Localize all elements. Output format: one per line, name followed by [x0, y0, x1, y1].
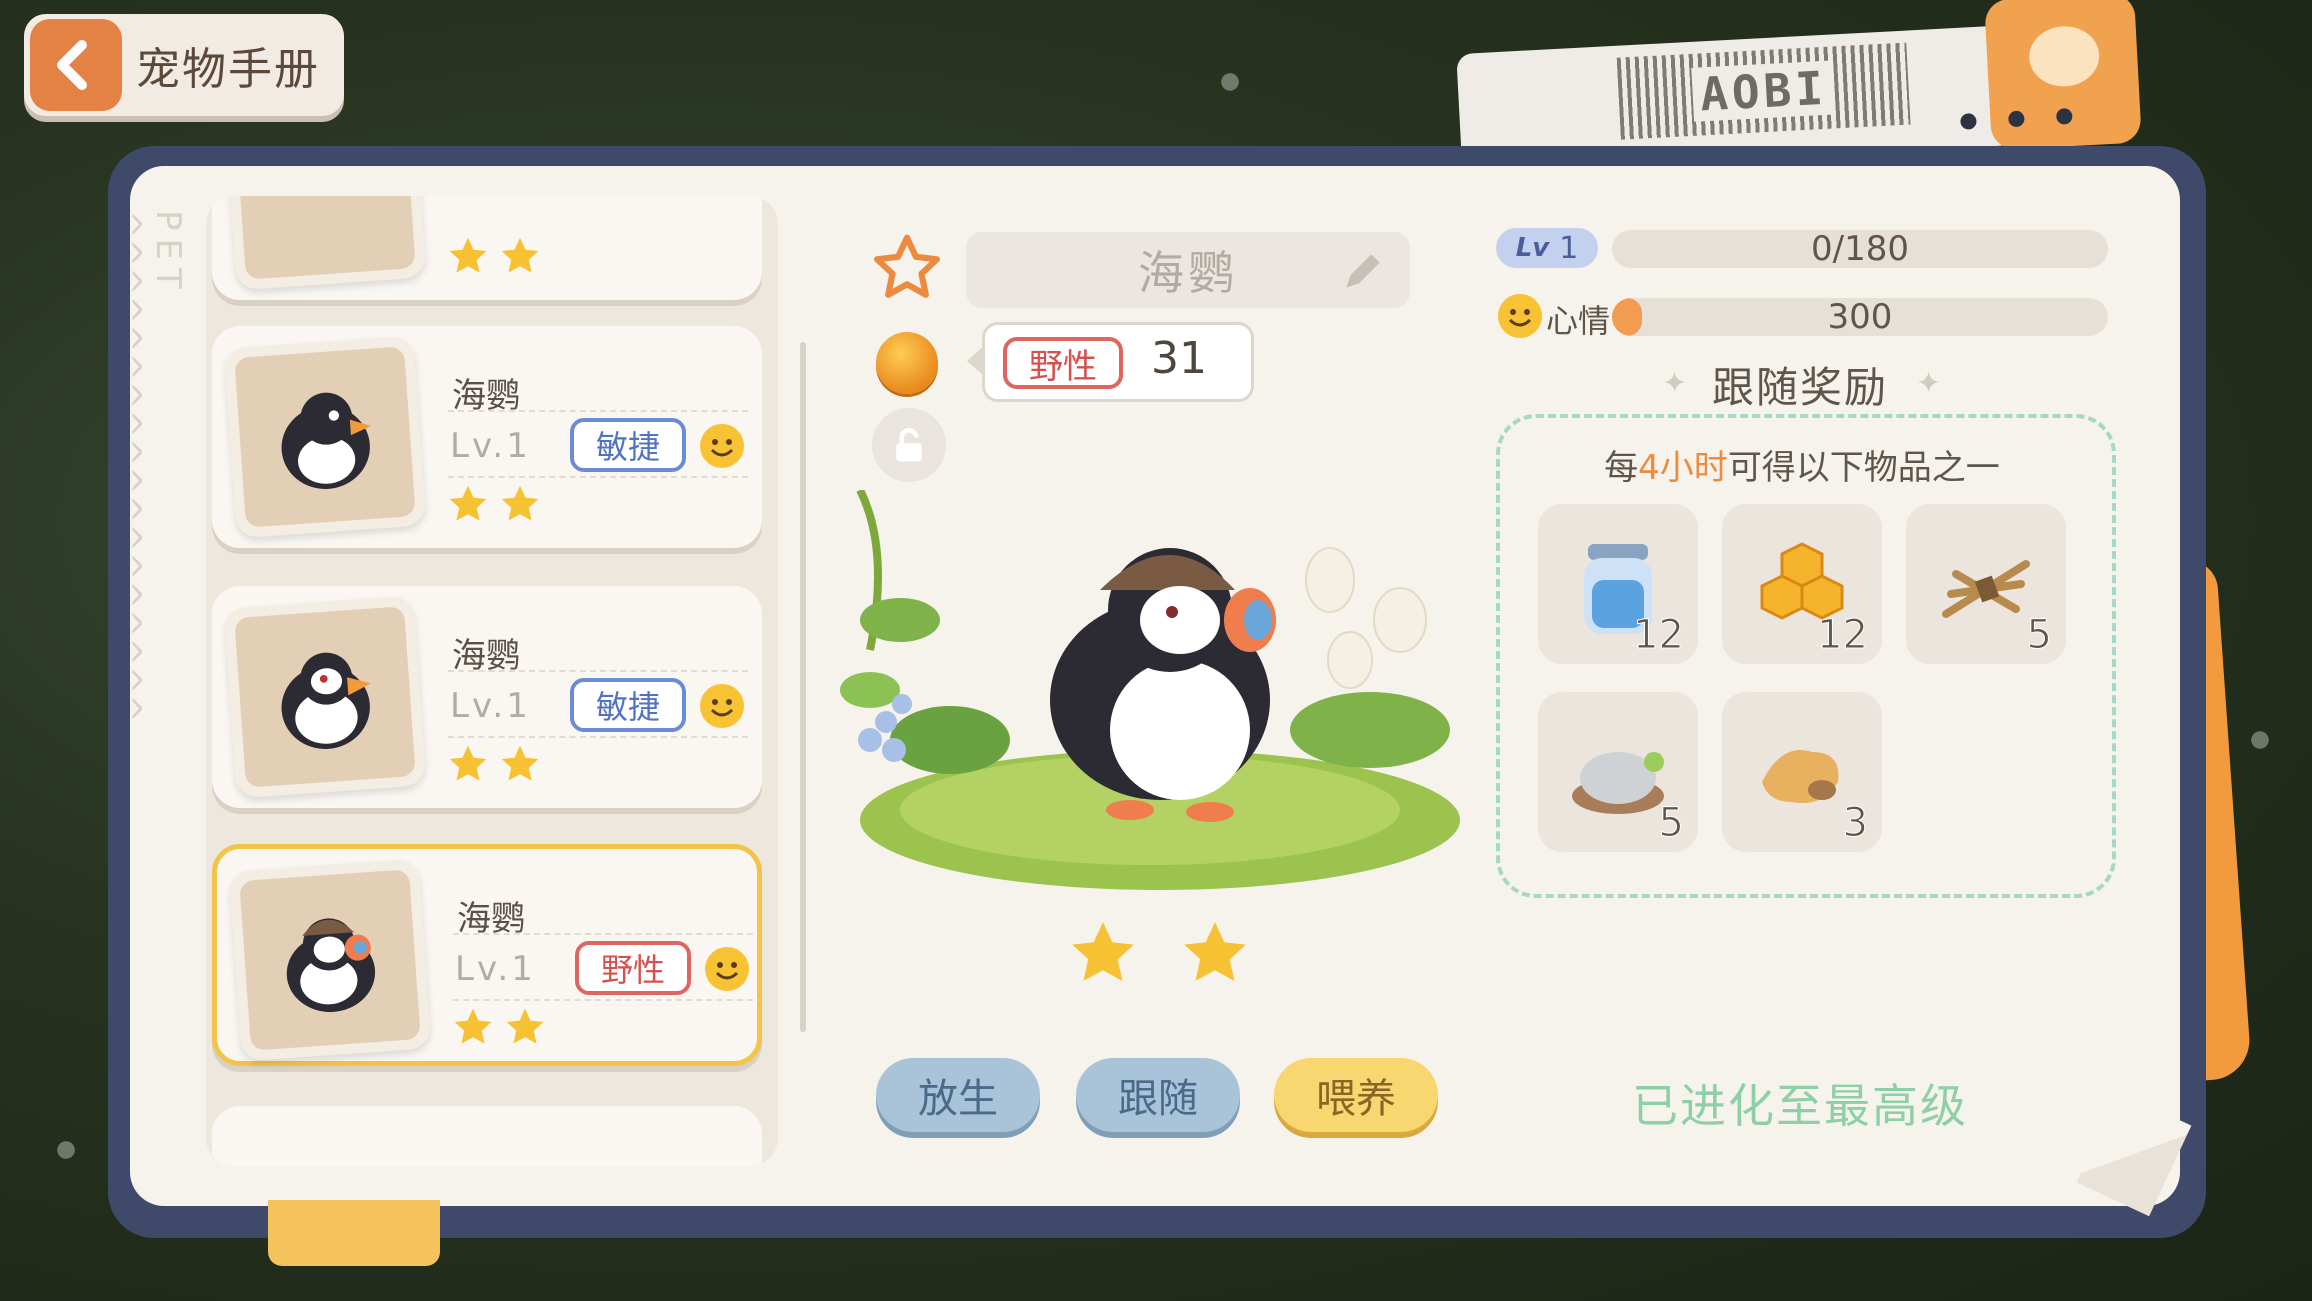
- exp-text: 0/180: [1811, 229, 1909, 269]
- level-badge: Lv 1: [1496, 228, 1598, 268]
- pet-card[interactable]: [212, 1106, 762, 1166]
- feed-button[interactable]: 喂养: [1274, 1058, 1438, 1132]
- divider: [453, 999, 753, 1001]
- background-flower: [1210, 62, 1250, 102]
- mood-label: 心情: [1546, 302, 1611, 340]
- unlock-icon[interactable]: [872, 408, 946, 482]
- mood-bar: 300: [1612, 298, 2108, 336]
- item-count: 5: [2026, 612, 2052, 659]
- star-icon: [449, 237, 487, 273]
- mood-smiley-icon: [1498, 294, 1542, 338]
- star-icon: [501, 237, 539, 273]
- reward-item[interactable]: 12: [1722, 504, 1882, 664]
- mood-value: 300: [1827, 298, 1893, 336]
- pet-thumbnail: [223, 595, 427, 799]
- pet-thumbnail: [228, 858, 432, 1062]
- smiley-icon: [705, 947, 749, 991]
- pet-card-selected[interactable]: 海鹦 Lv.1 野性: [212, 844, 762, 1066]
- trait-value-box: 野性 31: [967, 322, 1254, 402]
- reward-item[interactable]: 3: [1722, 692, 1882, 852]
- background-flower: [2240, 720, 2280, 760]
- trait-badge: 敏捷: [570, 678, 686, 732]
- rating-stars: [446, 742, 542, 786]
- trait-value: 31: [1151, 333, 1207, 384]
- level-value: 1: [1559, 230, 1579, 266]
- divider: [448, 670, 748, 672]
- item-count: 5: [1658, 800, 1684, 847]
- rating-stars: [451, 1005, 547, 1049]
- side-chevrons: ^^^^^^^^^^^^^^^^^^: [108, 210, 148, 723]
- coin-icon: [876, 332, 938, 394]
- reward-title: 跟随奖励: [1711, 363, 1888, 412]
- star-icon: [454, 1008, 492, 1044]
- reward-item[interactable]: 5: [1906, 504, 2066, 664]
- star-icon: [506, 1008, 544, 1044]
- puffin-icon: [286, 918, 376, 1012]
- sparkle-icon: ✦: [1916, 366, 1942, 401]
- favorite-star-button[interactable]: [870, 230, 944, 304]
- trait-badge: 野性: [575, 941, 691, 995]
- star-icon: [501, 745, 539, 781]
- pet-card[interactable]: 海鹦 Lv.1 敏捷: [212, 326, 762, 548]
- pet-illustration: [840, 490, 1460, 890]
- evolution-status: 已进化至最高级: [1632, 1079, 1968, 1133]
- trait-badge: 野性: [1003, 337, 1123, 389]
- rating-stars: [446, 234, 542, 278]
- star-icon: [449, 745, 487, 781]
- pet-level: Lv.1: [450, 686, 531, 726]
- smiley-icon: [700, 424, 744, 468]
- back-button[interactable]: 宠物手册: [24, 14, 344, 116]
- reward-subtitle-prefix: 每: [1604, 448, 1639, 488]
- reward-subtitle: 每4小时可得以下物品之一: [1496, 440, 2108, 489]
- book-tag: AOBI: [1454, 0, 2151, 174]
- pet-card[interactable]: 海鹦 Lv.1 敏捷: [212, 586, 762, 808]
- star-icon: [449, 485, 487, 521]
- side-label: PET ^^^^^^^^^^^^^^^^^^: [108, 210, 188, 1150]
- level-prefix: Lv: [1515, 233, 1550, 263]
- divider: [448, 410, 748, 412]
- bookmark-tab: [268, 1200, 440, 1266]
- bunny-icon: [1984, 0, 2142, 151]
- exp-bar: 0/180: [1612, 229, 2108, 269]
- side-label-text: PET: [148, 210, 188, 297]
- pet-rating-stars: [1066, 916, 1252, 990]
- release-button[interactable]: 放生: [876, 1058, 1040, 1132]
- divider: [453, 933, 753, 935]
- edit-pencil-icon[interactable]: [1338, 246, 1388, 296]
- star-icon: [501, 485, 539, 521]
- item-count: 12: [1817, 612, 1869, 659]
- reward-item[interactable]: 12: [1538, 504, 1698, 664]
- puffin-icon: [281, 392, 372, 489]
- back-label: 宠物手册: [136, 44, 320, 95]
- pet-level: Lv.1: [455, 949, 536, 989]
- pet-level: Lv.1: [450, 426, 531, 466]
- divider: [448, 476, 748, 478]
- star-icon: [1184, 922, 1246, 982]
- pet-thumbnail: [223, 335, 427, 539]
- background-flower: [46, 1130, 86, 1170]
- pet-name-text: 海鹦: [1138, 246, 1238, 300]
- reward-item[interactable]: 5: [1538, 692, 1698, 852]
- reward-interval: 4小时: [1638, 448, 1728, 488]
- list-scrollbar[interactable]: [800, 342, 806, 1032]
- barcode: AOBI: [1616, 42, 1911, 140]
- barcode-text: AOBI: [1690, 60, 1837, 122]
- reward-subtitle-suffix: 可得以下物品之一: [1727, 448, 2000, 488]
- smiley-icon: [700, 684, 744, 728]
- rating-stars: [446, 482, 542, 526]
- follow-button[interactable]: 跟随: [1076, 1058, 1240, 1132]
- pet-card[interactable]: [212, 196, 762, 300]
- divider: [448, 736, 748, 738]
- puffin-icon: [281, 652, 371, 749]
- pet-thumbnail: [223, 196, 427, 291]
- pet-list[interactable]: 海鹦 Lv.1 敏捷 海鹦 Lv.1 敏捷 海鹦 Lv.1 野性: [206, 196, 778, 1166]
- item-count: 3: [1842, 800, 1868, 847]
- trait-badge: 敏捷: [570, 418, 686, 472]
- pet-name-field[interactable]: 海鹦: [966, 232, 1410, 308]
- back-arrow-icon: [30, 19, 122, 111]
- item-count: 12: [1633, 612, 1685, 659]
- star-icon: [1072, 922, 1134, 982]
